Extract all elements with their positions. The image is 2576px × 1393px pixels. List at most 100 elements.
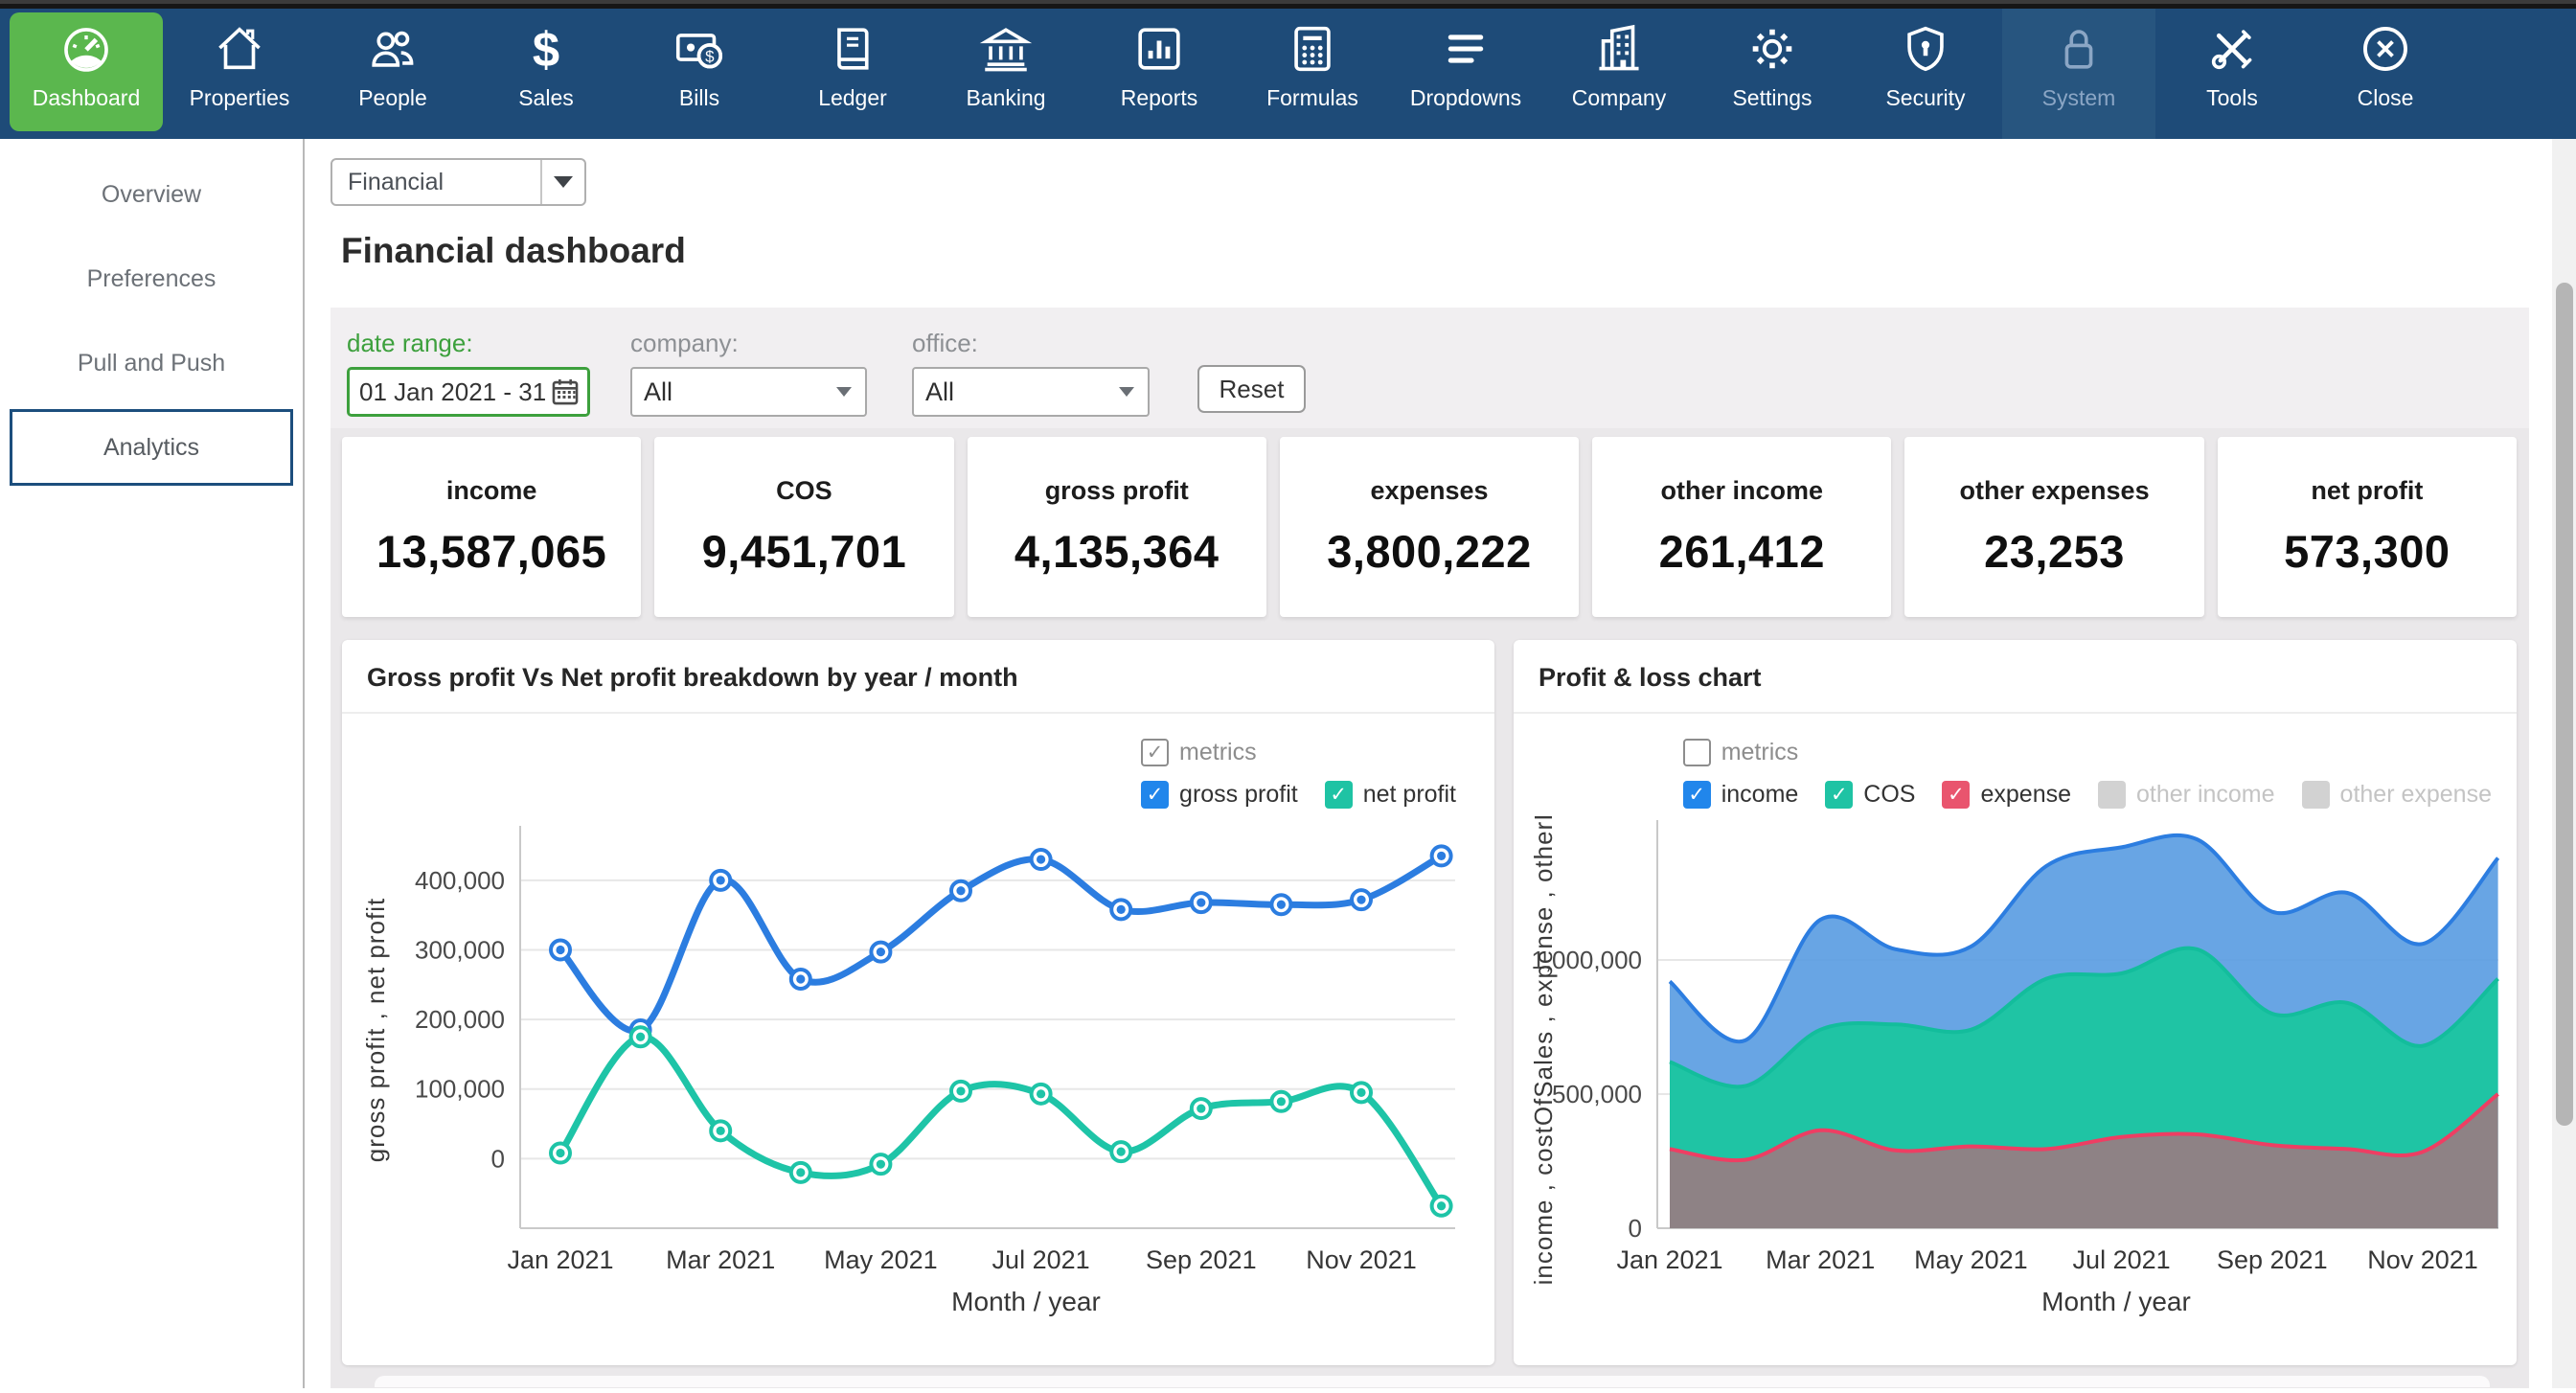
nav-item-bills[interactable]: $ Bills xyxy=(623,9,776,139)
main-scrollbar[interactable] xyxy=(2552,139,2576,1388)
nav-item-system[interactable]: System xyxy=(2002,9,2155,139)
kpi-card-cos: COS 9,451,701 xyxy=(654,437,954,617)
nav-item-ledger[interactable]: Ledger xyxy=(776,9,929,139)
right-chart-legend: metrics ✓ income ✓ COS ✓ expense other income ot… xyxy=(1682,714,2517,816)
nav-item-tools[interactable]: Tools xyxy=(2155,9,2309,139)
nav-item-label: Properties xyxy=(189,85,290,110)
legend-item-COS[interactable]: ✓ COS xyxy=(1825,781,1915,809)
sidebar-item-preferences[interactable]: Preferences xyxy=(0,237,303,321)
nav-item-security[interactable]: Security xyxy=(1849,9,2002,139)
checkbox-icon xyxy=(2098,781,2127,809)
nav-item-label: Settings xyxy=(1732,85,1812,110)
reset-button[interactable]: Reset xyxy=(1197,365,1306,413)
checkbox-icon: ✓ xyxy=(1682,781,1711,809)
calendar-icon xyxy=(549,376,581,408)
kpi-value: 261,412 xyxy=(1658,526,1825,577)
sidebar-item-overview[interactable]: Overview xyxy=(0,152,303,237)
building-icon xyxy=(1591,21,1647,77)
kpi-label: COS xyxy=(776,476,832,505)
nav-item-settings[interactable]: Settings xyxy=(1696,9,1849,139)
nav-item-dashboard[interactable]: Dashboard xyxy=(10,12,163,131)
sidebar-item-analytics[interactable]: Analytics xyxy=(10,409,293,486)
kpi-value: 23,253 xyxy=(1984,526,2125,577)
kpi-card-net-profit: net profit 573,300 xyxy=(2217,437,2517,617)
legend-metrics-toggle[interactable]: metrics xyxy=(1682,739,1798,766)
svg-text:Jul 2021: Jul 2021 xyxy=(992,1245,1090,1274)
nav-item-label: Bills xyxy=(678,85,720,110)
kpi-card-expenses: expenses 3,800,222 xyxy=(1279,437,1580,617)
chevron-down-icon xyxy=(836,387,852,397)
nav-item-label: Company xyxy=(1571,85,1667,110)
right-chart-title: Profit & loss chart xyxy=(1514,640,2517,714)
profit-loss-chart: 0500,0001,000,000Jan 2021 Mar 2021 May 202… xyxy=(1529,816,2500,1316)
nav-item-people[interactable]: People xyxy=(316,9,469,139)
nav-item-label: Banking xyxy=(966,85,1046,110)
main-content: Financial Financial dashboard date range… xyxy=(305,139,2576,1388)
gross-net-profit-chart: 0 100,000 200,000 300,000 400,000 Jan 2021 Mar… xyxy=(361,826,1455,1316)
legend-item-income[interactable]: ✓ income xyxy=(1682,781,1798,809)
calculator-icon xyxy=(1285,21,1340,77)
svg-text:Mar 2021: Mar 2021 xyxy=(1766,1245,1875,1274)
office-select[interactable]: All xyxy=(912,367,1150,417)
app-window: Dashboard Properties People $ Sales $ Bills Led… xyxy=(0,0,2576,1393)
legend-item-other-expense[interactable]: other expense xyxy=(2301,781,2492,809)
nav-item-close[interactable]: Close xyxy=(2309,9,2462,139)
bank-icon xyxy=(978,21,1034,77)
kpi-card-income: income 13,587,065 xyxy=(342,437,642,617)
svg-text:500,000: 500,000 xyxy=(1552,1080,1642,1108)
checkbox-icon xyxy=(2301,781,2330,809)
kpi-value: 573,300 xyxy=(2284,526,2451,577)
module-select-value: Financial xyxy=(348,168,445,195)
kpi-value: 4,135,364 xyxy=(1014,526,1220,577)
nav-item-dropdowns[interactable]: Dropdowns xyxy=(1389,9,1542,139)
nav-item-label: Tools xyxy=(2206,85,2258,110)
nav-item-company[interactable]: Company xyxy=(1542,9,1696,139)
kpi-row: income 13,587,065 COS 9,451,701 gross profit… xyxy=(342,437,2517,617)
gear-icon xyxy=(1744,21,1800,77)
nav-item-banking[interactable]: Banking xyxy=(929,9,1083,139)
legend-item-net-profit[interactable]: ✓ net profit xyxy=(1324,781,1456,809)
tools-icon xyxy=(2204,21,2260,77)
nav-item-label: Formulas xyxy=(1266,85,1358,110)
dashboard-body: income 13,587,065 COS 9,451,701 gross profit… xyxy=(331,428,2529,1388)
date-range-value: 01 Jan 2021 - 31 xyxy=(359,377,547,406)
checkbox-icon: ✓ xyxy=(1324,781,1353,809)
svg-text:Sep 2021: Sep 2021 xyxy=(2217,1245,2328,1274)
nav-item-reports[interactable]: Reports xyxy=(1083,9,1236,139)
kpi-label: expenses xyxy=(1370,476,1489,505)
kpi-label: net profit xyxy=(2311,476,2424,505)
checkbox-icon xyxy=(1682,739,1711,766)
kpi-card-other-income: other income 261,412 xyxy=(1592,437,1892,617)
legend-item-other-income[interactable]: other income xyxy=(2098,781,2275,809)
legend-metrics-toggle[interactable]: ✓ metrics xyxy=(1141,739,1257,766)
nav-item-label: Dashboard xyxy=(32,85,141,110)
nav-item-sales[interactable]: $ Sales xyxy=(469,9,623,139)
nav-item-label: System xyxy=(2041,85,2116,110)
date-range-input[interactable]: 01 Jan 2021 - 31 xyxy=(347,367,590,417)
scrollbar-thumb[interactable] xyxy=(2556,283,2573,1126)
ledger-icon xyxy=(825,21,880,77)
dollar-icon: $ xyxy=(518,21,574,77)
sidebar-item-pull-and-push[interactable]: Pull and Push xyxy=(0,321,303,405)
svg-text:0: 0 xyxy=(1629,1214,1642,1243)
svg-text:Jan 2021: Jan 2021 xyxy=(1616,1245,1722,1274)
kpi-label: gross profit xyxy=(1044,476,1189,505)
svg-text:May 2021: May 2021 xyxy=(824,1245,938,1274)
lock-icon xyxy=(2051,21,2107,77)
nav-item-label: People xyxy=(358,85,427,110)
nav-item-label: Ledger xyxy=(818,85,887,110)
filter-bar: date range: 01 Jan 2021 - 31 company: Al… xyxy=(331,308,2529,428)
dashboard-gauge-icon xyxy=(58,21,114,77)
svg-text:100,000: 100,000 xyxy=(415,1075,505,1104)
legend-item-expense[interactable]: ✓ expense xyxy=(1942,781,2071,809)
svg-text:0: 0 xyxy=(491,1144,505,1173)
company-select[interactable]: All xyxy=(630,367,867,417)
svg-text:Jan 2021: Jan 2021 xyxy=(507,1245,613,1274)
nav-item-properties[interactable]: Properties xyxy=(163,9,316,139)
module-select[interactable]: Financial xyxy=(331,158,586,206)
legend-item-gross-profit[interactable]: ✓ gross profit xyxy=(1141,781,1298,809)
window-top-strip xyxy=(0,0,2576,9)
nav-item-formulas[interactable]: Formulas xyxy=(1236,9,1389,139)
kpi-value: 13,587,065 xyxy=(376,526,607,577)
left-chart-legend: ✓ metrics ✓ gross profit ✓ net profit xyxy=(1141,714,1494,816)
